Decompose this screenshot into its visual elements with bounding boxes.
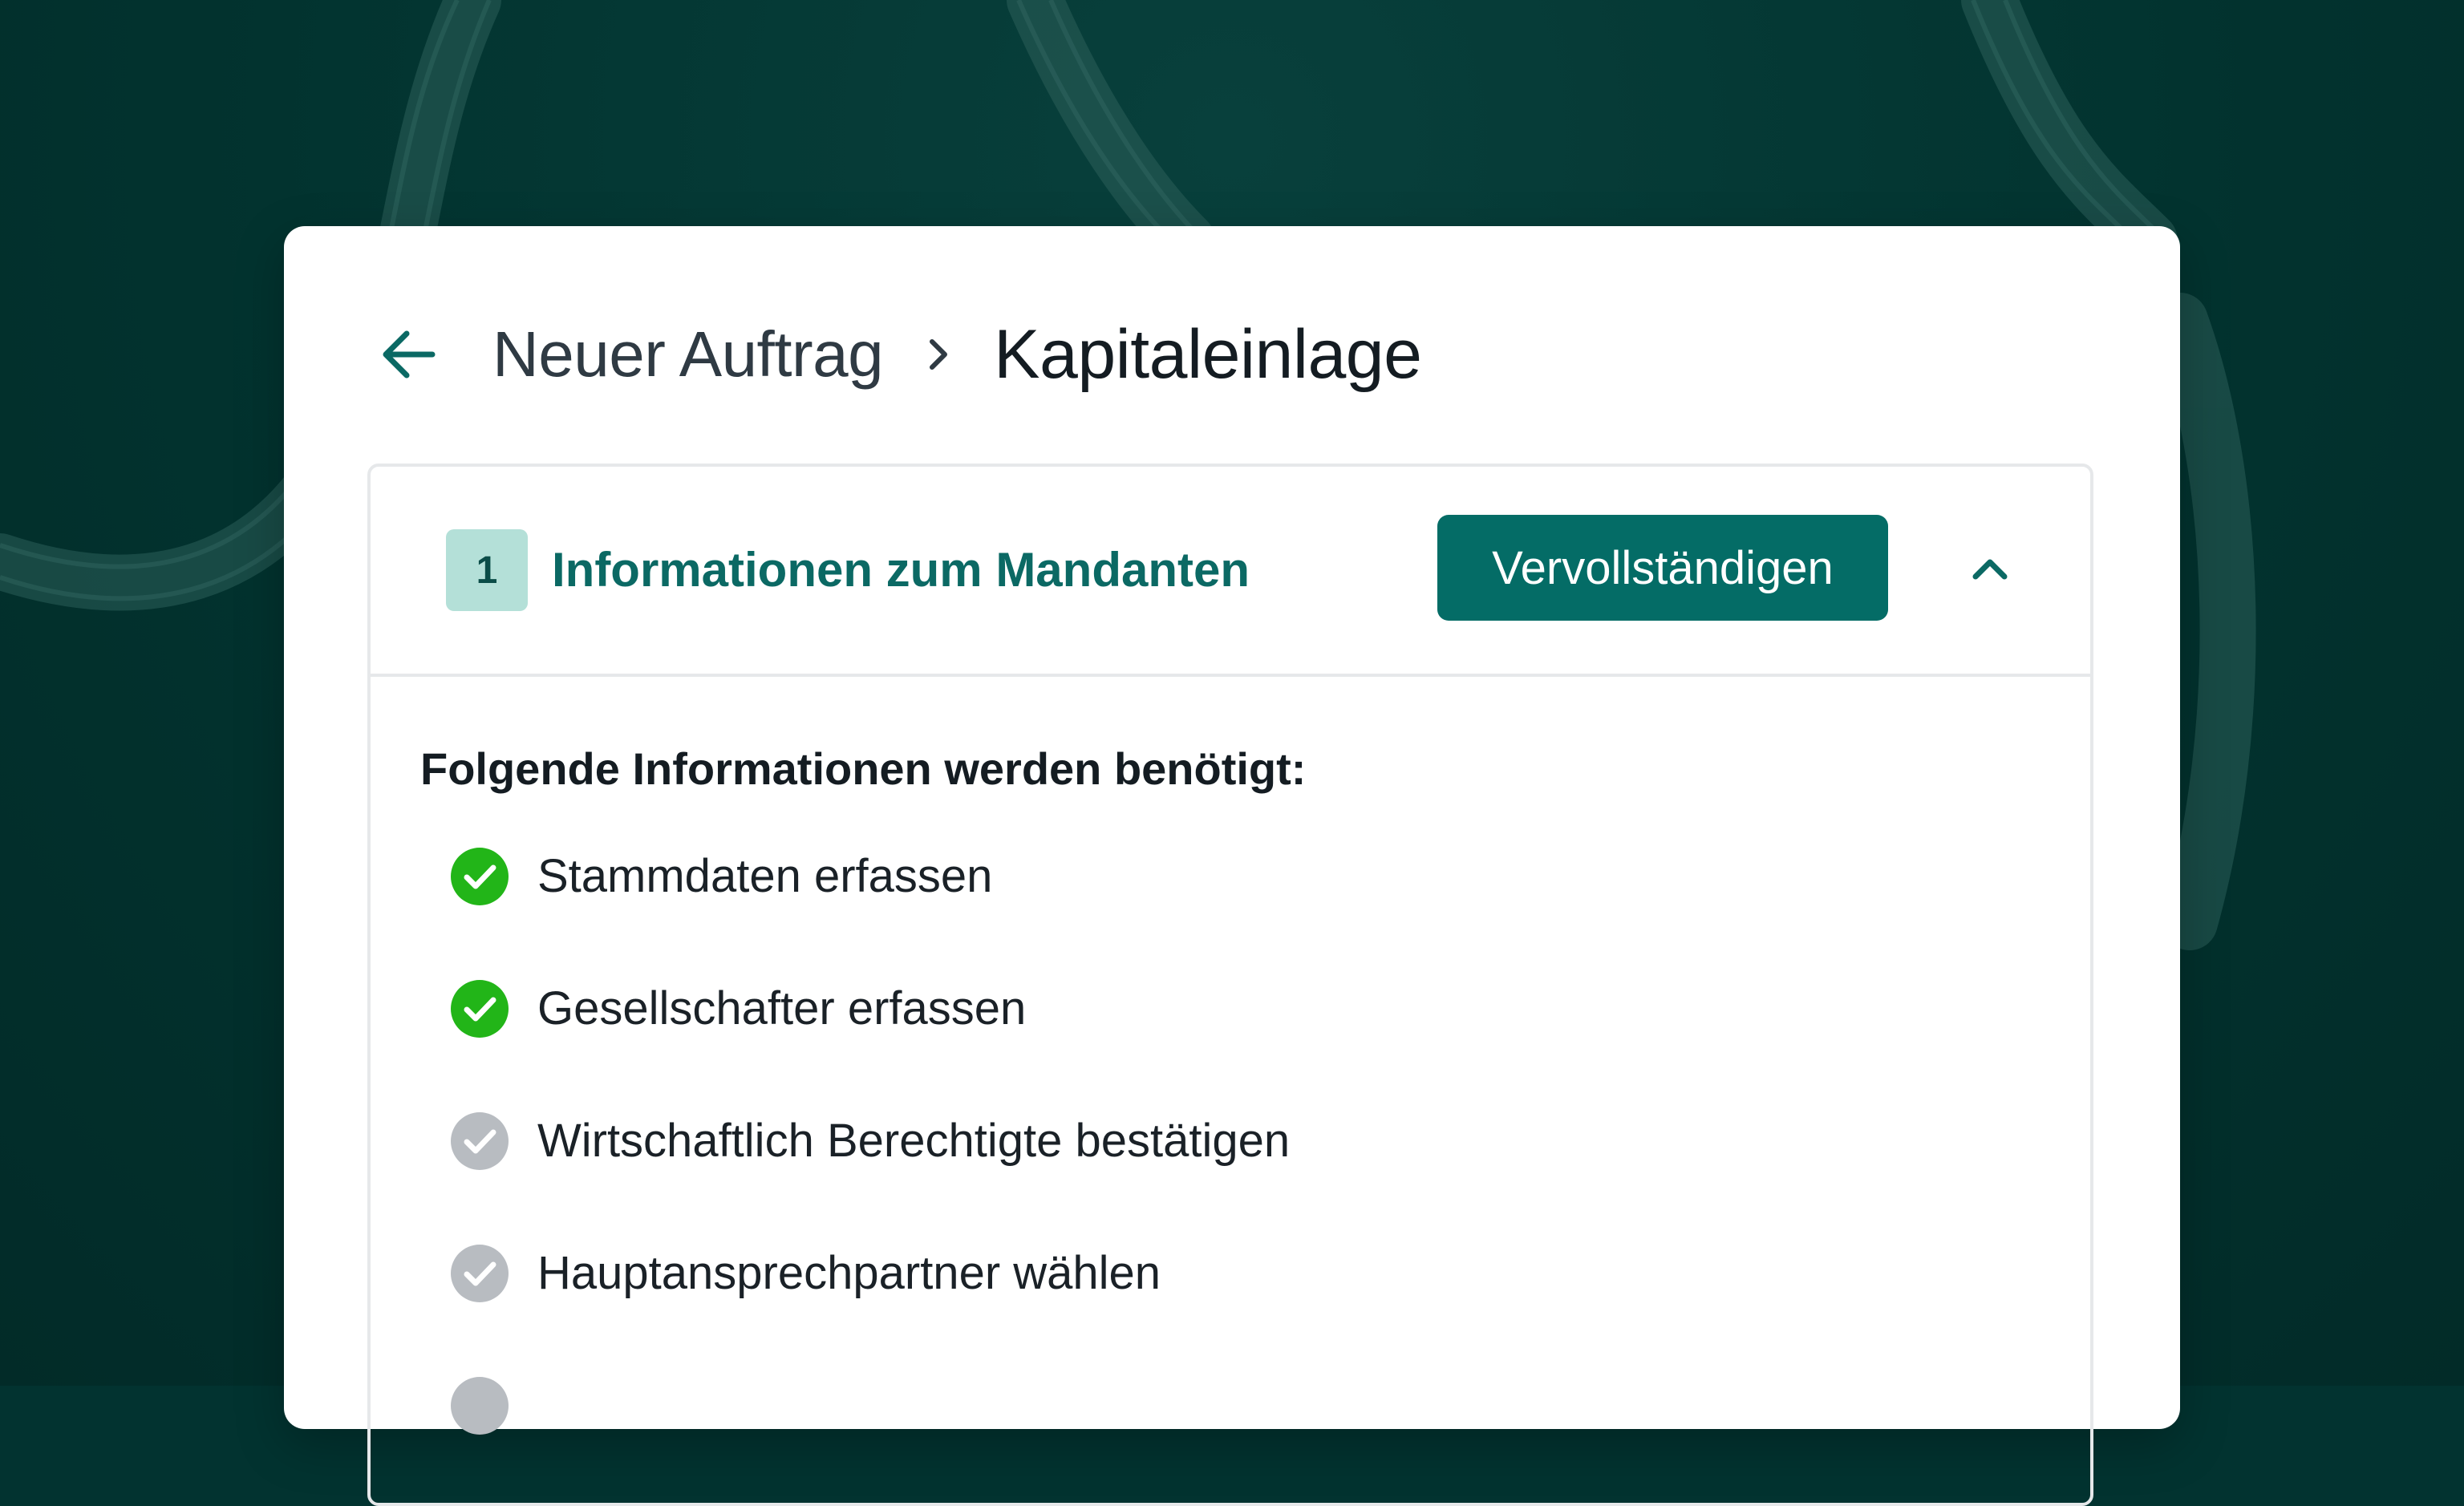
chevron-up-icon — [1972, 559, 2008, 580]
breadcrumb-separator — [902, 318, 975, 391]
complete-button[interactable]: Vervollständigen — [1437, 515, 1888, 621]
back-button[interactable] — [372, 318, 444, 391]
list-item: Wirtschaftlich Berechtigte bestätigen — [451, 1075, 1290, 1207]
step-title: Informationen zum Mandanten — [552, 543, 1250, 597]
collapse-toggle[interactable] — [1954, 532, 2026, 605]
list-item-label: Hauptansprechpartner wählen — [537, 1247, 1161, 1299]
step-panel-header: 1 Informationen zum Mandanten Vervollstä… — [371, 467, 2090, 677]
page-header: Neuer Auftrag Kapitaleinlage — [372, 306, 1422, 403]
chevron-right-icon — [930, 339, 948, 370]
check-circle-icon — [451, 979, 509, 1038]
list-item-label: Gesellschafter erfassen — [537, 982, 1027, 1034]
check-circle-pending-icon — [451, 1244, 509, 1302]
check-circle-pending-icon — [451, 1376, 509, 1435]
list-item-label: Stammdaten erfassen — [537, 850, 993, 902]
list-item: Stammdaten erfassen — [451, 810, 1290, 942]
check-circle-pending-icon — [451, 1111, 509, 1170]
list-item-label: Wirtschaftlich Berechtigte bestätigen — [537, 1115, 1291, 1167]
arrow-left-icon — [383, 330, 436, 379]
list-item: Gesellschafter erfassen — [451, 942, 1290, 1075]
requirements-heading: Folgende Informationen werden benötigt: — [420, 743, 1307, 794]
step-panel: 1 Informationen zum Mandanten Vervollstä… — [367, 464, 2093, 1506]
check-circle-icon — [451, 847, 509, 905]
step-number-badge: 1 — [446, 529, 528, 611]
breadcrumb-parent[interactable]: Neuer Auftrag — [492, 318, 884, 391]
list-item — [451, 1339, 1290, 1472]
list-item: Hauptansprechpartner wählen — [451, 1207, 1290, 1339]
requirements-list: Stammdaten erfassen Gesellschafter erfas… — [451, 847, 1290, 1472]
page-title: Kapitaleinlage — [994, 315, 1422, 393]
order-card: Neuer Auftrag Kapitaleinlage 1 Informati… — [284, 226, 2180, 1506]
